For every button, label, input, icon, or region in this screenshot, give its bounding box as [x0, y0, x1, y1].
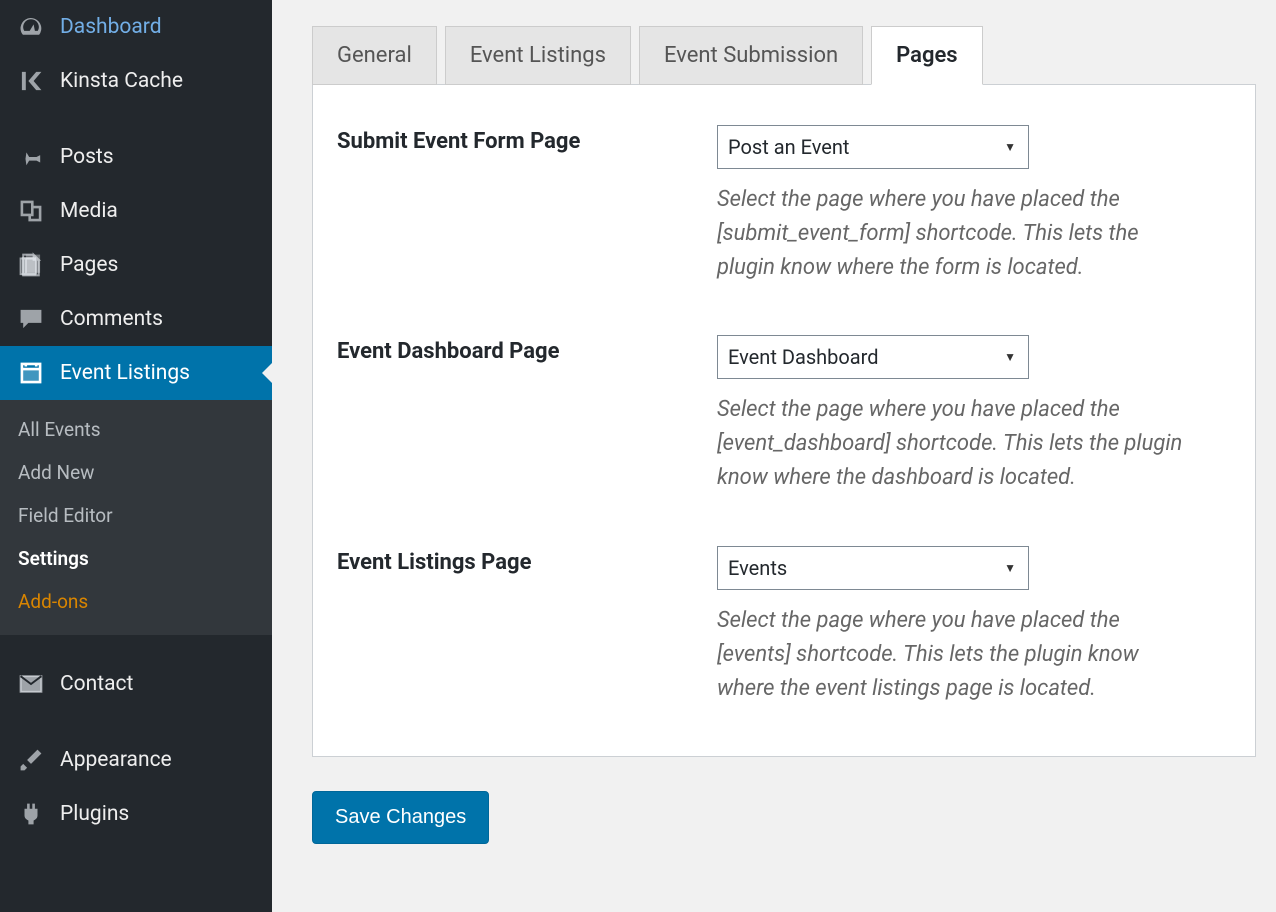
calendar-icon: [16, 360, 46, 386]
chevron-down-icon: ▼: [1004, 140, 1016, 154]
sidebar-item-posts[interactable]: Posts: [0, 130, 272, 184]
chevron-down-icon: ▼: [1004, 561, 1016, 575]
sidebar-submenu: All Events Add New Field Editor Settings…: [0, 400, 272, 635]
form-row-event-dashboard: Event Dashboard Page Event Dashboard ▼ S…: [337, 335, 1231, 495]
menu-separator: [0, 108, 272, 130]
select-event-dashboard-page[interactable]: Event Dashboard ▼: [717, 335, 1029, 379]
submenu-item-field-editor[interactable]: Field Editor: [0, 494, 272, 537]
sidebar-item-label: Plugins: [60, 802, 129, 826]
sidebar-item-contact[interactable]: Contact: [0, 657, 272, 711]
sidebar-item-label: Comments: [60, 307, 163, 331]
main-content: General Event Listings Event Submission …: [272, 0, 1276, 912]
sidebar-item-pages[interactable]: Pages: [0, 238, 272, 292]
field-description: Select the page where you have placed th…: [717, 604, 1197, 706]
settings-panel: Submit Event Form Page Post an Event ▼ S…: [312, 84, 1256, 757]
tab-event-submission[interactable]: Event Submission: [639, 26, 863, 85]
mail-icon: [16, 671, 46, 697]
sidebar-item-comments[interactable]: Comments: [0, 292, 272, 346]
menu-separator: [0, 711, 272, 733]
field-control: Events ▼ Select the page where you have …: [717, 546, 1197, 706]
field-label: Submit Event Form Page: [337, 125, 717, 154]
media-icon: [16, 198, 46, 224]
field-description: Select the page where you have placed th…: [717, 393, 1197, 495]
admin-sidebar: Dashboard Kinsta Cache Posts Media Pages…: [0, 0, 272, 912]
comment-icon: [16, 306, 46, 332]
sidebar-item-appearance[interactable]: Appearance: [0, 733, 272, 787]
sidebar-item-label: Pages: [60, 253, 118, 277]
brush-icon: [16, 747, 46, 773]
chevron-down-icon: ▼: [1004, 350, 1016, 364]
sidebar-item-label: Event Listings: [60, 361, 190, 385]
field-description: Select the page where you have placed th…: [717, 183, 1197, 285]
sidebar-item-kinsta-cache[interactable]: Kinsta Cache: [0, 54, 272, 108]
submenu-item-all-events[interactable]: All Events: [0, 408, 272, 451]
sidebar-item-label: Contact: [60, 672, 133, 696]
kinsta-icon: [16, 68, 46, 94]
select-value: Event Dashboard: [728, 345, 879, 369]
field-label: Event Dashboard Page: [337, 335, 717, 364]
pages-icon: [16, 252, 46, 278]
select-value: Post an Event: [728, 135, 849, 159]
submenu-item-add-new[interactable]: Add New: [0, 451, 272, 494]
sidebar-item-media[interactable]: Media: [0, 184, 272, 238]
field-label: Event Listings Page: [337, 546, 717, 575]
sidebar-item-plugins[interactable]: Plugins: [0, 787, 272, 841]
form-row-submit-event: Submit Event Form Page Post an Event ▼ S…: [337, 125, 1231, 285]
form-row-event-listings: Event Listings Page Events ▼ Select the …: [337, 546, 1231, 706]
dashboard-icon: [16, 14, 46, 40]
field-control: Event Dashboard ▼ Select the page where …: [717, 335, 1197, 495]
field-control: Post an Event ▼ Select the page where yo…: [717, 125, 1197, 285]
settings-tabs: General Event Listings Event Submission …: [312, 26, 1256, 84]
tab-event-listings[interactable]: Event Listings: [445, 26, 631, 85]
tab-general[interactable]: General: [312, 26, 437, 85]
select-value: Events: [728, 556, 787, 580]
sidebar-item-label: Dashboard: [60, 15, 162, 39]
sidebar-item-label: Appearance: [60, 748, 172, 772]
select-submit-event-page[interactable]: Post an Event ▼: [717, 125, 1029, 169]
sidebar-item-label: Kinsta Cache: [60, 69, 183, 93]
sidebar-item-label: Posts: [60, 145, 114, 169]
sidebar-item-label: Media: [60, 199, 118, 223]
menu-separator: [0, 635, 272, 657]
save-changes-button[interactable]: Save Changes: [312, 791, 489, 844]
sidebar-item-dashboard[interactable]: Dashboard: [0, 0, 272, 54]
plug-icon: [16, 801, 46, 827]
submenu-item-settings[interactable]: Settings: [0, 537, 272, 580]
sidebar-item-event-listings[interactable]: Event Listings: [0, 346, 272, 400]
submenu-item-add-ons[interactable]: Add-ons: [0, 580, 272, 623]
tab-pages[interactable]: Pages: [871, 26, 982, 85]
pin-icon: [16, 144, 46, 170]
select-event-listings-page[interactable]: Events ▼: [717, 546, 1029, 590]
